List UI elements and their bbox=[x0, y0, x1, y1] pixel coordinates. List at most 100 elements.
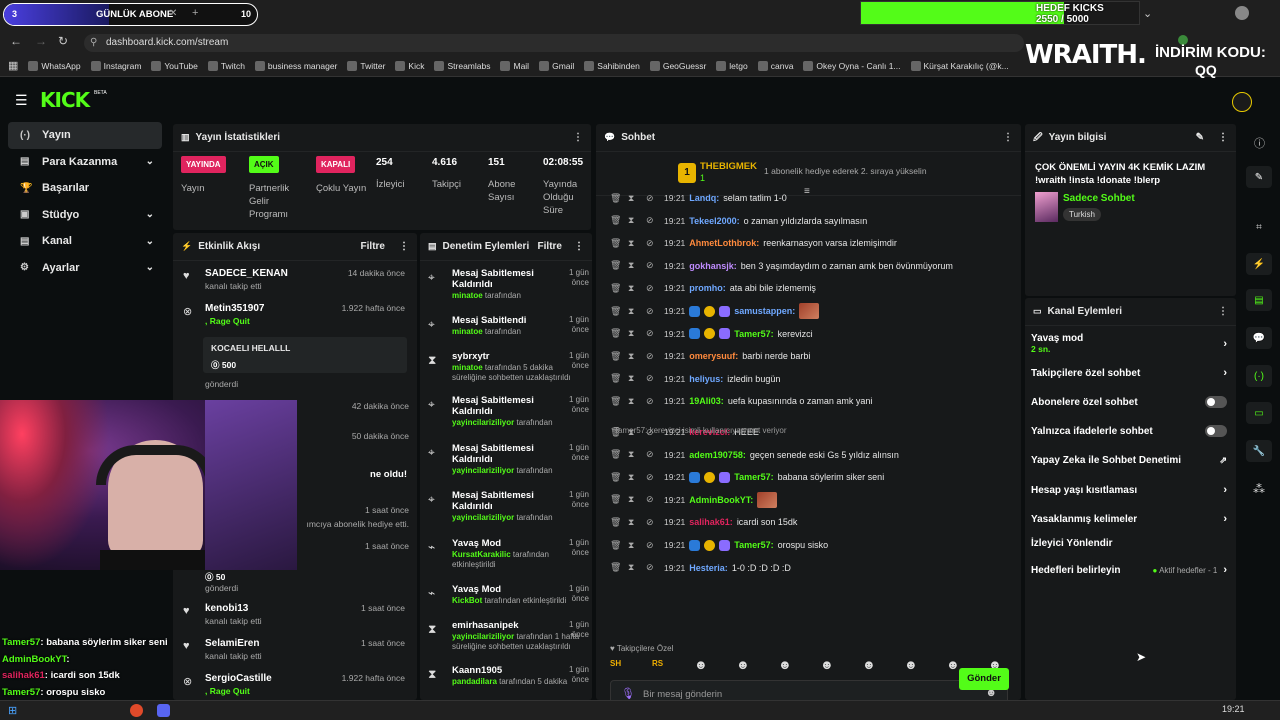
menu-icon[interactable]: ☰ bbox=[15, 92, 28, 109]
delete-icon[interactable]: 🗑 bbox=[610, 472, 624, 483]
emote-8[interactable]: ☻ bbox=[946, 657, 960, 672]
rail-bolt-button[interactable]: ⚡ bbox=[1246, 253, 1272, 275]
discord-taskbar-icon[interactable] bbox=[157, 704, 170, 717]
forward-icon[interactable]: → bbox=[35, 34, 47, 48]
sidebar-item-4[interactable]: ▤ Kanal ⌄ bbox=[8, 228, 162, 255]
activity-filter-button[interactable]: Filtre bbox=[361, 241, 385, 252]
chat-username[interactable]: Landq: bbox=[689, 193, 719, 203]
chat-username[interactable]: AhmetLothbrok: bbox=[689, 238, 759, 248]
minimize-icon[interactable]: ⌄ bbox=[1143, 7, 1152, 20]
timeout-icon[interactable]: ⧗ bbox=[628, 260, 642, 271]
timeout-icon[interactable]: ⧗ bbox=[628, 238, 642, 249]
site-info-icon[interactable]: ⚲ bbox=[90, 34, 97, 52]
microphone-icon[interactable]: 🎙 bbox=[621, 687, 635, 700]
moderation-filter-button[interactable]: Filtre bbox=[538, 241, 562, 252]
bookmark-0[interactable]: WhatsApp bbox=[28, 60, 81, 71]
tab-close-icon[interactable]: ✕ bbox=[169, 8, 177, 19]
delete-icon[interactable]: 🗑 bbox=[610, 260, 624, 271]
rail-chat-button[interactable]: 💬 bbox=[1246, 327, 1272, 349]
ban-icon[interactable]: ⊘ bbox=[646, 396, 660, 407]
chat-username[interactable]: Tamer57: bbox=[734, 329, 773, 339]
bookmark-4[interactable]: business manager bbox=[254, 60, 337, 71]
delete-icon[interactable]: 🗑 bbox=[610, 540, 624, 551]
ban-icon[interactable]: ⊘ bbox=[646, 215, 660, 226]
rail-broadcast-button[interactable]: (·) bbox=[1246, 365, 1272, 387]
ban-icon[interactable]: ⊘ bbox=[646, 351, 660, 362]
user-avatar[interactable] bbox=[1232, 92, 1252, 112]
emote-0[interactable]: SH bbox=[610, 659, 621, 668]
info-icon[interactable]: ⓘ bbox=[1254, 135, 1265, 151]
bookmark-3[interactable]: Twitch bbox=[207, 60, 245, 71]
more-icon[interactable]: ⋮ bbox=[1218, 306, 1228, 317]
bookmark-8[interactable]: Mail bbox=[500, 60, 529, 71]
rail-channel-button[interactable]: ▭ bbox=[1246, 402, 1272, 424]
rail-apps-icon[interactable]: ⁂ bbox=[1253, 482, 1265, 496]
bookmark-7[interactable]: Streamlabs bbox=[434, 60, 490, 71]
chat-username[interactable]: promho: bbox=[689, 283, 726, 293]
ban-icon[interactable]: ⊘ bbox=[646, 373, 660, 384]
ban-icon[interactable]: ⊘ bbox=[646, 283, 660, 294]
sidebar-item-1[interactable]: ▤ Para Kazanma ⌄ bbox=[8, 149, 162, 176]
timeout-icon[interactable]: ⧗ bbox=[628, 306, 642, 317]
mod-user[interactable]: yayincilariziliyor bbox=[452, 513, 514, 522]
ban-icon[interactable]: ⊘ bbox=[646, 328, 660, 339]
more-icon[interactable]: ⋮ bbox=[574, 241, 584, 252]
more-icon[interactable]: ⋮ bbox=[573, 132, 583, 143]
delete-icon[interactable]: 🗑 bbox=[610, 238, 624, 249]
delete-icon[interactable]: 🗑 bbox=[610, 396, 624, 407]
bookmark-9[interactable]: Gmail bbox=[539, 60, 574, 71]
emote-7[interactable]: ☻ bbox=[904, 657, 918, 672]
bookmark-2[interactable]: YouTube bbox=[151, 60, 198, 71]
set-goals-row[interactable]: Hedefleri belirleyin ● Aktif hedefler - 1… bbox=[1031, 564, 1227, 576]
ban-icon[interactable]: ⊘ bbox=[646, 540, 660, 551]
delete-icon[interactable]: 🗑 bbox=[610, 449, 624, 460]
reload-icon[interactable]: ↻ bbox=[58, 34, 68, 48]
chat-username[interactable]: Tamer57: bbox=[734, 540, 773, 550]
bookmark-15[interactable]: Kürşat Karakılıç (@k... bbox=[910, 60, 1009, 71]
subs-chat-toggle[interactable] bbox=[1205, 396, 1227, 408]
ban-icon[interactable]: ⊘ bbox=[646, 472, 660, 483]
timeout-icon[interactable]: ⧗ bbox=[628, 328, 642, 339]
sidebar-item-5[interactable]: ⚙ Ayarlar ⌄ bbox=[8, 255, 162, 282]
bookmark-13[interactable]: canva bbox=[757, 60, 793, 71]
delete-icon[interactable]: 🗑 bbox=[610, 193, 624, 204]
mod-user[interactable]: KursatKarakilic bbox=[452, 550, 511, 559]
delete-icon[interactable]: 🗑 bbox=[610, 283, 624, 294]
kick-logo[interactable]: KICK bbox=[40, 88, 90, 112]
bookmark-11[interactable]: GeoGuessr bbox=[649, 60, 706, 71]
slow-mode-row[interactable]: Yavaş mod 2 sn. › bbox=[1031, 333, 1227, 354]
url-input[interactable]: ⚲ dashboard.kick.com/stream bbox=[84, 34, 1024, 52]
mod-user[interactable]: pandadilara bbox=[452, 677, 497, 686]
emote-6[interactable]: ☻ bbox=[862, 657, 876, 672]
chat-username[interactable]: omerysuuf: bbox=[689, 351, 738, 361]
rail-tools-button[interactable]: 🔧 bbox=[1246, 440, 1272, 462]
delete-icon[interactable]: 🗑 bbox=[610, 351, 624, 362]
emote-4[interactable]: ☻ bbox=[778, 657, 792, 672]
back-icon[interactable]: ← bbox=[10, 34, 22, 48]
rail-crop-button[interactable]: ⌗ bbox=[1246, 216, 1272, 238]
emote-3[interactable]: ☻ bbox=[736, 657, 750, 672]
more-icon[interactable]: ⋮ bbox=[399, 241, 409, 252]
chat-input-box[interactable]: 🎙 Bir mesaj gönderin ☻ bbox=[610, 680, 1008, 700]
mod-user[interactable]: KickBot bbox=[452, 596, 482, 605]
chat-username[interactable]: Tekeel2000: bbox=[689, 216, 739, 226]
delete-icon[interactable]: 🗑 bbox=[610, 562, 624, 573]
ban-icon[interactable]: ⊘ bbox=[646, 238, 660, 249]
edit-icon[interactable]: ✎ bbox=[1196, 132, 1204, 143]
bookmark-12[interactable]: letgo bbox=[716, 60, 748, 71]
delete-icon[interactable]: 🗑 bbox=[610, 306, 624, 317]
ban-icon[interactable]: ⊘ bbox=[646, 517, 660, 528]
ai-mod-row[interactable]: Yapay Zeka ile Sohbet Denetimi ⇗ bbox=[1031, 455, 1227, 466]
timeout-icon[interactable]: ⧗ bbox=[628, 193, 642, 204]
rail-doc-button[interactable]: ▤ bbox=[1246, 289, 1272, 311]
bookmark-6[interactable]: Kick bbox=[395, 60, 424, 71]
banned-words-row[interactable]: Yasaklanmış kelimeler › bbox=[1031, 513, 1227, 525]
chat-username[interactable]: AdminBookYT: bbox=[689, 495, 753, 505]
start-icon[interactable]: ⊞ bbox=[8, 704, 17, 717]
chat-username[interactable]: heliyus: bbox=[689, 374, 723, 384]
rail-edit-button[interactable]: ✎ bbox=[1246, 166, 1272, 188]
timeout-icon[interactable]: ⧗ bbox=[628, 494, 642, 505]
delete-icon[interactable]: 🗑 bbox=[610, 494, 624, 505]
ban-icon[interactable]: ⊘ bbox=[646, 306, 660, 317]
timeout-icon[interactable]: ⧗ bbox=[628, 517, 642, 528]
